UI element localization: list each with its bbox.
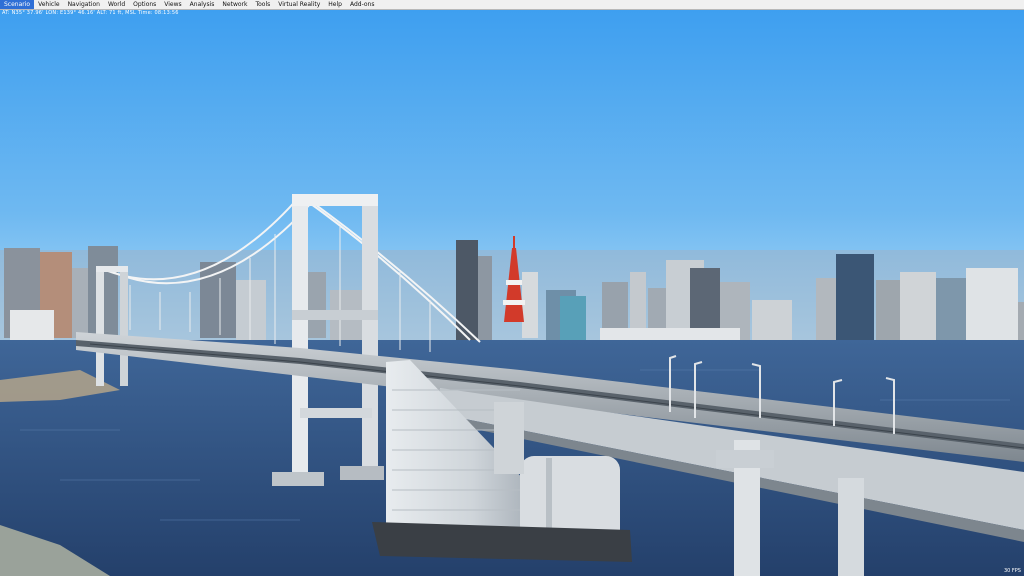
menu-help[interactable]: Help [324, 0, 346, 9]
menu-world[interactable]: World [104, 0, 129, 9]
menu-virtual-reality[interactable]: Virtual Reality [274, 0, 324, 9]
menu-scenario[interactable]: Scenario [0, 0, 35, 9]
menu-navigation[interactable]: Navigation [64, 0, 104, 9]
position-readout: AT: N35° 37.96' LON: E139° 46.16' ALT: 7… [2, 10, 179, 16]
fps-counter: 30 FPS [1003, 568, 1021, 574]
menu-vehicle[interactable]: Vehicle [34, 0, 63, 9]
menu-tools[interactable]: Tools [251, 0, 274, 9]
menu-network[interactable]: Network [218, 0, 251, 9]
menu-analysis[interactable]: Analysis [186, 0, 219, 9]
menu-views[interactable]: Views [160, 0, 185, 9]
menu-bar: Scenario Vehicle Navigation World Option… [0, 0, 1024, 10]
menu-add-ons[interactable]: Add-ons [346, 0, 379, 9]
menu-options[interactable]: Options [129, 0, 160, 9]
simulator-viewport[interactable] [0, 10, 1024, 576]
